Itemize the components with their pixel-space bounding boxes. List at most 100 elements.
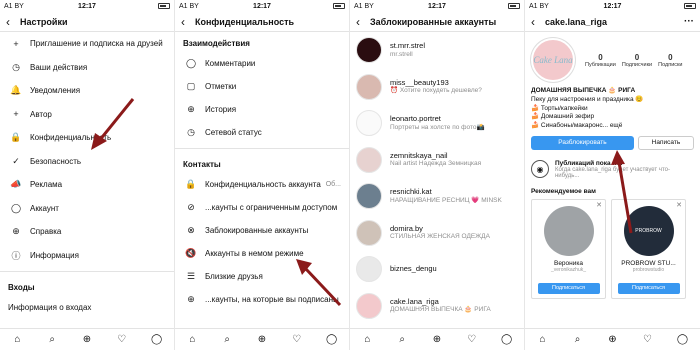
clock: 12:17 (428, 2, 446, 10)
menu-item[interactable]: ◯ Аккаунт (0, 197, 174, 221)
menu-item[interactable]: ✓ Безопасность (0, 150, 174, 174)
menu-item[interactable]: 📣 Реклама (0, 173, 174, 197)
privacy-menu-item[interactable]: ◯ Комментарии (175, 52, 349, 75)
menu-item-label: История (205, 105, 237, 114)
tab-bar: ⌂ ⌕ ⊕ ♡ ◯ (525, 328, 700, 350)
blocked-account-row[interactable]: miss__beauty193 ⏰ Хотите похудеть дешевле… (350, 69, 524, 106)
back-arrow-icon[interactable]: ‹ (356, 15, 370, 29)
menu-item[interactable]: + Приглашение и подписка на друзей (0, 32, 174, 56)
menu-item[interactable]: ⓘ Информация (0, 244, 174, 268)
camera-icon: ◉ (531, 160, 549, 179)
account-avatar (356, 37, 382, 64)
menu-item-icon: 📣 (10, 179, 22, 190)
privacy-menu-item[interactable]: ☰ Близкие друзья (175, 265, 349, 288)
home-icon[interactable]: ⌂ (533, 334, 553, 345)
settings-header: ‹ Настройки (0, 12, 174, 32)
account-avatar (356, 110, 382, 137)
menu-item-icon: ⊗ (187, 225, 195, 235)
back-arrow-icon[interactable]: ‹ (531, 15, 545, 29)
back-arrow-icon[interactable]: ‹ (181, 15, 195, 29)
tab-bar: ⌂ ⌕ ⊕ ♡ ◯ (350, 328, 524, 350)
privacy-menu-item[interactable]: ◷ Сетевой статус (175, 121, 349, 144)
home-icon[interactable]: ⌂ (182, 334, 202, 345)
activity-icon[interactable]: ♡ (112, 334, 132, 345)
menu-item-label: Справка (30, 227, 62, 237)
menu-item[interactable]: + Автор (0, 103, 174, 127)
blocked-account-row[interactable]: biznes_dengu (350, 251, 524, 288)
account-username: resnichki.kat (390, 188, 432, 197)
suggestion-card[interactable]: ✕ Вероника _veronikazhuk_ Подписаться (531, 198, 606, 299)
blocked-account-row[interactable]: cake.lana_riga ДОМАШНЯЯ ВЫПЕЧКА 🎂 РИГА (350, 288, 524, 325)
menu-item[interactable]: ⊕ Справка (0, 220, 174, 244)
follow-button[interactable]: Подписаться (617, 282, 680, 294)
follow-button[interactable]: Подписаться (537, 282, 600, 294)
section-contacts: Контакты (183, 160, 221, 169)
bio-line: 🍰 Синабоны/макаронс... ещё (531, 122, 623, 130)
menu-item-label: ...каунты с ограниченным доступом (205, 203, 338, 212)
menu-item-icon: ◷ (187, 127, 195, 137)
suggestion-card[interactable]: ✕ PROBROW PROBROW STU... probrowstudio Подпи… (611, 198, 686, 299)
home-icon[interactable]: ⌂ (7, 334, 27, 345)
search-icon[interactable]: ⌕ (217, 334, 237, 345)
tab-bar: ⌂ ⌕ ⊕ ♡ ◯ (0, 328, 174, 350)
section-interactions: Взаимодействия (183, 39, 250, 48)
menu-item-login-info[interactable]: Информация о входах (0, 296, 174, 320)
blocked-account-row[interactable]: leonarto.portret Портреты на холсте по фо… (350, 105, 524, 142)
menu-item[interactable]: ◷ Ваши действия (0, 56, 174, 80)
account-username: leonarto.portret (390, 115, 441, 124)
profile-screen: A1 BY 12:17 ‹ cake.lana_riga ··· Cake La… (525, 0, 700, 350)
search-icon[interactable]: ⌕ (568, 334, 588, 345)
suggestion-username: _veronikazhuk_ (550, 266, 587, 273)
message-button[interactable]: Написать (637, 135, 694, 150)
battery-icon (333, 3, 345, 9)
blocked-account-row[interactable]: domira.by СТИЛЬНАЯ ЖЕНСКАЯ ОДЕЖДА (350, 215, 524, 252)
menu-item-label: Приглашение и подписка на друзей (30, 39, 163, 49)
search-icon[interactable]: ⌕ (392, 334, 412, 345)
menu-item[interactable]: 🔒 Конфиденциальность (0, 126, 174, 150)
menu-item[interactable]: 🔔 Уведомления (0, 79, 174, 103)
close-icon[interactable]: ✕ (676, 201, 682, 209)
menu-item-label: Информация о входах (8, 303, 92, 313)
stat-number: 0 (598, 52, 603, 62)
account-fullname: СТИЛЬНАЯ ЖЕНСКАЯ ОДЕЖДА (390, 233, 490, 241)
unblock-button[interactable]: Разблокировать (531, 135, 634, 150)
privacy-menu-item[interactable]: 🔒 Конфиденциальность аккаунта Об... (175, 173, 349, 196)
blocked-account-row[interactable]: resnichki.kat НАРАЩИВАНИЕ РЕСНИЦ 💗 MINSK (350, 178, 524, 215)
menu-item-label: Отметки (205, 82, 237, 91)
blocked-account-row[interactable]: zemnitskaya_nail Nail artist Надежда Земн… (350, 142, 524, 179)
profile-bio: ДОМАШНЯЯ ВЫПЕЧКА 🎂 РИГА Пеку для настрое… (525, 85, 700, 133)
page-title: Настройки (20, 16, 68, 27)
suggestion-username: probrowstudio (632, 266, 665, 273)
privacy-menu-item[interactable]: ⊗ Заблокированные аккаунты (175, 219, 349, 242)
status-bar: A1 BY 12:17 (175, 0, 349, 12)
battery-icon (684, 3, 696, 9)
menu-item-label: Ваши действия (30, 62, 88, 72)
privacy-menu-item[interactable]: ⊕ История (175, 98, 349, 121)
activity-icon[interactable]: ♡ (287, 334, 307, 345)
blocked-account-row[interactable]: st.mrr.strel mr.strell (350, 32, 524, 69)
privacy-menu-item[interactable]: 🔇 Аккаунты в немом режиме (175, 242, 349, 265)
new-post-icon[interactable]: ⊕ (603, 334, 623, 345)
activity-icon[interactable]: ♡ (462, 334, 482, 345)
new-post-icon[interactable]: ⊕ (252, 334, 272, 345)
account-fullname: Nail artist Надежда Земницкая (390, 160, 482, 168)
profile-icon[interactable]: ◯ (322, 334, 342, 345)
menu-item-icon: 🔇 (185, 248, 197, 258)
privacy-menu-item[interactable]: ⊕ ...каунты, на которые вы подписаны (175, 288, 349, 311)
profile-icon[interactable]: ◯ (497, 334, 517, 345)
page-title: Конфиденциальность (195, 16, 295, 27)
home-icon[interactable]: ⌂ (357, 334, 377, 345)
privacy-menu-item[interactable]: ▢ Отметки (175, 75, 349, 98)
close-icon[interactable]: ✕ (596, 201, 602, 209)
new-post-icon[interactable]: ⊕ (427, 334, 447, 345)
recommended-title: Рекомендуемое вам (531, 187, 596, 195)
search-icon[interactable]: ⌕ (42, 334, 62, 345)
back-arrow-icon[interactable]: ‹ (6, 15, 20, 29)
privacy-menu-item[interactable]: ⊘ ...каунты с ограниченным доступом (175, 196, 349, 219)
activity-icon[interactable]: ♡ (638, 334, 658, 345)
new-post-icon[interactable]: ⊕ (77, 334, 97, 345)
menu-item-label: Конфиденциальность (30, 133, 112, 143)
more-options-icon[interactable]: ··· (684, 16, 694, 27)
profile-icon[interactable]: ◯ (673, 334, 693, 345)
profile-icon[interactable]: ◯ (147, 334, 167, 345)
